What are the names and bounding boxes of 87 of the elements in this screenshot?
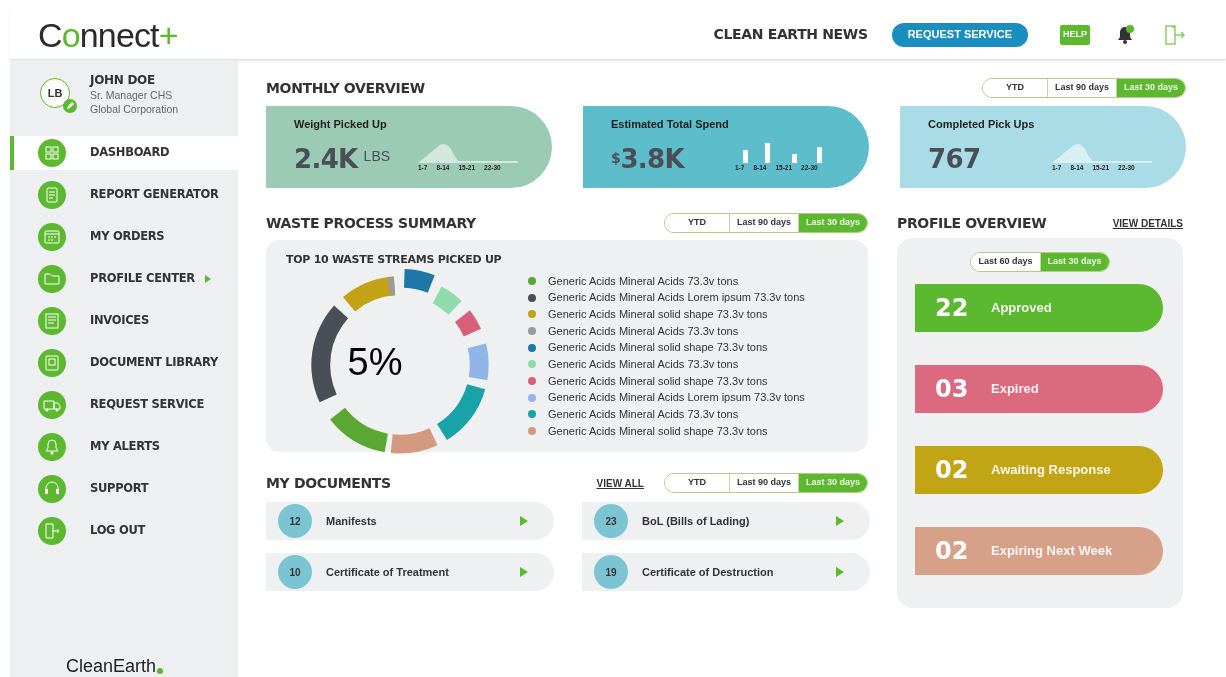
sidebar-item[interactable]: INVOICES bbox=[10, 304, 238, 338]
document-row[interactable]: 12 Manifests bbox=[266, 502, 554, 540]
logo: Connect+ bbox=[38, 17, 178, 52]
section-title: MY DOCUMENTS bbox=[266, 473, 391, 493]
count-badge: 10 bbox=[278, 555, 312, 589]
play-icon bbox=[520, 516, 528, 526]
play-icon bbox=[836, 516, 844, 526]
sidebar-item[interactable]: LOG OUT bbox=[10, 514, 238, 548]
headset-icon bbox=[38, 475, 66, 503]
metric-value: 767 bbox=[928, 146, 981, 173]
document-icon bbox=[38, 349, 66, 377]
footer-logo: CleanEarth bbox=[66, 657, 157, 675]
status-label: Awaiting Response bbox=[991, 461, 1111, 480]
status-label: Expired bbox=[991, 380, 1039, 399]
status-label: Approved bbox=[991, 299, 1052, 318]
count-badge: 12 bbox=[278, 504, 312, 538]
request-service-button[interactable]: REQUEST SERVICE bbox=[891, 22, 1028, 47]
center-label: 5% bbox=[347, 340, 403, 385]
sidebar-item[interactable]: DASHBOARD bbox=[10, 136, 238, 170]
document-label: Certificate of Destruction bbox=[642, 564, 774, 580]
user-name: JOHN DOE bbox=[90, 72, 156, 88]
document-row[interactable]: 10 Certificate of Treatment bbox=[266, 553, 554, 591]
legend-label: Generic Acids Mineral Acids 73.3v tons bbox=[548, 273, 739, 289]
document-label: Certificate of Treatment bbox=[326, 564, 449, 580]
donut-segment bbox=[404, 268, 435, 293]
view-all-link[interactable]: VIEW ALL bbox=[596, 475, 644, 491]
sidebar-item[interactable]: DOCUMENT LIBRARY bbox=[10, 346, 238, 380]
status-count: 02 bbox=[935, 455, 970, 486]
sidebar-item[interactable]: REPORT GENERATOR bbox=[10, 178, 238, 212]
unit-label: LBS bbox=[363, 147, 391, 167]
grid-icon bbox=[38, 139, 66, 167]
status-count: 03 bbox=[935, 374, 970, 405]
donut-segment bbox=[455, 309, 481, 336]
avatar[interactable]: LB bbox=[40, 78, 70, 108]
edit-icon bbox=[63, 99, 77, 113]
legend-label: Generic Acids Mineral Acids Lorem ipsum 73.3v tons bbox=[548, 290, 805, 306]
metric-value: 2.4K bbox=[294, 146, 358, 173]
legend-label: Generic Acids Mineral solid shape 73.3v tons bbox=[548, 423, 768, 439]
logout-icon bbox=[38, 517, 66, 545]
panel-title: TOP 10 WASTE STREAMS PICKED UP bbox=[286, 252, 503, 268]
user-title: Sr. Manager CHS bbox=[90, 88, 174, 102]
truck-icon bbox=[38, 391, 66, 419]
sidebar-item[interactable]: SUPPORT bbox=[10, 472, 238, 506]
legend-label: Generic Acids Mineral Acids 73.3v tons bbox=[548, 357, 739, 373]
logout-icon bbox=[1164, 23, 1186, 46]
legend-label: Generic Acids Mineral solid shape 73.3v tons bbox=[548, 340, 768, 356]
play-icon bbox=[836, 567, 844, 577]
document-label: Manifests bbox=[326, 513, 377, 529]
count-badge: 23 bbox=[594, 504, 628, 538]
legend-label: Generic Acids Mineral Acids 73.3v tons bbox=[548, 323, 739, 339]
news-link[interactable]: CLEAN EARTH NEWS bbox=[713, 24, 868, 45]
legend-label: Generic Acids Mineral Acids 73.3v tons bbox=[548, 407, 739, 423]
donut-segment bbox=[432, 286, 462, 315]
section-title: MONTHLY OVERVIEW bbox=[266, 78, 425, 98]
currency-symbol: $ bbox=[611, 150, 621, 167]
metric-value: 3.8K bbox=[620, 146, 684, 173]
status-count: 22 bbox=[935, 293, 970, 324]
status-label: Expiring Next Week bbox=[991, 542, 1113, 561]
sidebar-item[interactable]: MY ALERTS bbox=[10, 430, 238, 464]
dot-icon bbox=[157, 668, 164, 674]
donut-segment bbox=[330, 407, 388, 452]
sidebar-item[interactable]: MY ORDERS bbox=[10, 220, 238, 254]
donut-segment bbox=[467, 342, 489, 380]
document-label: BoL (Bills of Lading) bbox=[642, 513, 750, 529]
section-title: PROFILE OVERVIEW bbox=[897, 213, 1047, 233]
company-name: Global Corporation bbox=[90, 102, 179, 116]
count-badge: 19 bbox=[594, 555, 628, 589]
sidebar-item[interactable]: PROFILE CENTER bbox=[10, 262, 238, 296]
card-label: Completed Pick Ups bbox=[928, 117, 1036, 132]
document-row[interactable]: 19 Certificate of Destruction bbox=[582, 553, 870, 591]
card-label: Estimated Total Spend bbox=[611, 117, 730, 132]
section-title: WASTE PROCESS SUMMARY bbox=[266, 213, 476, 233]
view-details-link[interactable]: VIEW DETAILS bbox=[1112, 215, 1183, 231]
document-icon bbox=[38, 181, 66, 209]
bell-icon bbox=[1116, 25, 1134, 44]
legend-label: Generic Acids Mineral solid shape 73.3v tons bbox=[548, 306, 768, 322]
sidebar-item[interactable]: REQUEST SERVICE bbox=[10, 388, 238, 422]
folder-icon bbox=[38, 265, 66, 293]
card-label: Weight Picked Up bbox=[294, 117, 388, 132]
legend-label: Generic Acids Mineral solid shape 73.3v tons bbox=[548, 373, 768, 389]
legend-label: Generic Acids Mineral Acids Lorem ipsum 73.3v tons bbox=[548, 390, 805, 406]
status-count: 02 bbox=[935, 536, 970, 567]
document-row[interactable]: 23 BoL (Bills of Lading) bbox=[582, 502, 870, 540]
calendar-icon bbox=[38, 223, 66, 251]
document-icon bbox=[38, 307, 66, 335]
play-icon bbox=[520, 567, 528, 577]
bell-icon bbox=[38, 433, 66, 461]
